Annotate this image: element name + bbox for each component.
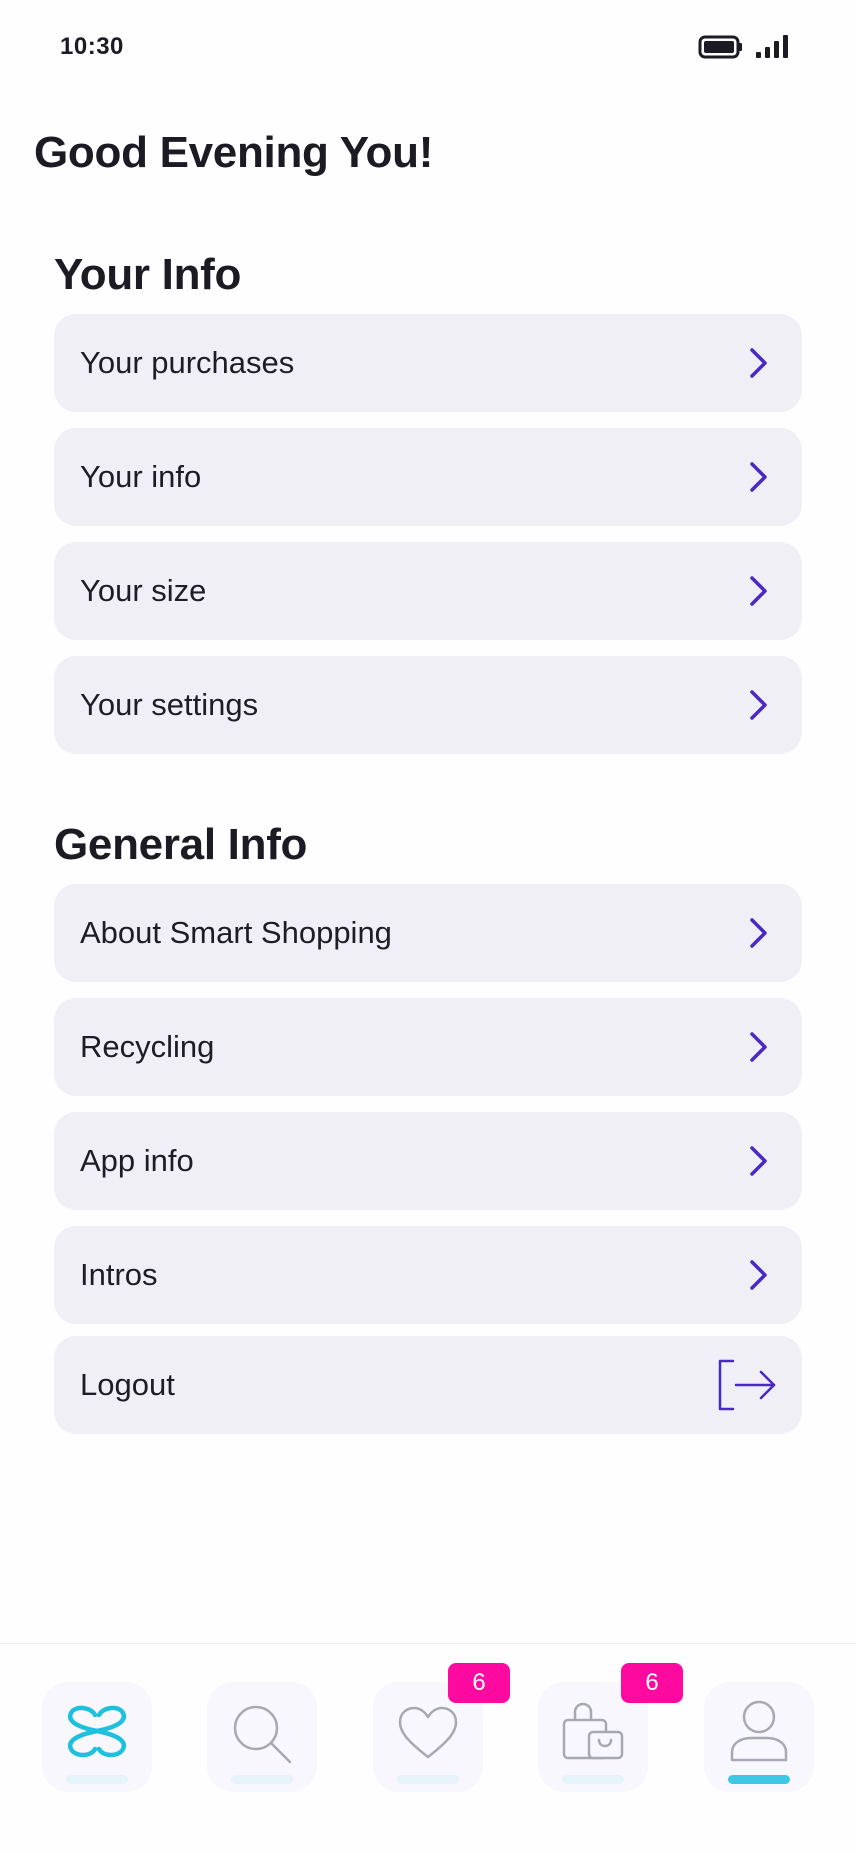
user-icon <box>730 1700 788 1762</box>
menu-item-label: Logout <box>80 1367 175 1402</box>
status-time: 10:30 <box>60 33 124 60</box>
chevron-right-icon <box>750 918 767 948</box>
tab-bag[interactable]: 6 <box>538 1663 683 1792</box>
menu-item-recycling[interactable]: Recycling <box>54 998 802 1096</box>
menu-item-label: Your purchases <box>80 345 295 380</box>
bag-count-badge: 6 <box>621 1663 683 1703</box>
app-logo-icon <box>67 1705 127 1758</box>
general-info-section-title: General Info <box>54 820 308 869</box>
menu-item-logout[interactable]: Logout <box>54 1336 802 1434</box>
bottom-tab-bar: 6 6 <box>0 1643 856 1853</box>
tab-profile[interactable] <box>704 1682 814 1792</box>
battery-icon <box>698 35 742 59</box>
chevron-right-icon <box>750 462 767 492</box>
menu-item-app-info[interactable]: App info <box>54 1112 802 1210</box>
search-icon <box>233 1705 292 1764</box>
menu-item-label: Recycling <box>80 1029 215 1064</box>
chevron-right-icon <box>750 1260 767 1290</box>
menu-item-label: Your size <box>80 573 207 608</box>
tab-home[interactable] <box>42 1682 152 1792</box>
tab-indicator <box>66 1775 128 1784</box>
menu-item-label: Your info <box>80 459 202 494</box>
tab-search[interactable] <box>207 1682 317 1792</box>
menu-item-label: Your settings <box>80 687 259 722</box>
tab-indicator <box>231 1775 293 1784</box>
tab-indicator-active <box>728 1775 790 1784</box>
status-icons <box>698 34 790 60</box>
chevron-right-icon <box>750 690 767 720</box>
menu-item-your-info[interactable]: Your info <box>54 428 802 526</box>
menu-item-label: App info <box>80 1143 194 1178</box>
menu-item-your-purchases[interactable]: Your purchases <box>54 314 802 412</box>
chevron-right-icon <box>750 1146 767 1176</box>
heart-icon <box>398 1706 458 1759</box>
chevron-right-icon <box>750 576 767 606</box>
menu-item-intros[interactable]: Intros <box>54 1226 802 1324</box>
logout-icon <box>718 1359 776 1411</box>
tab-favorites[interactable]: 6 <box>373 1663 510 1792</box>
tab-indicator <box>397 1775 459 1784</box>
status-bar: 10:30 <box>0 0 856 96</box>
tab-indicator <box>562 1775 624 1784</box>
chevron-right-icon <box>750 1032 767 1062</box>
your-info-section-title: Your Info <box>54 250 242 299</box>
menu-item-your-size[interactable]: Your size <box>54 542 802 640</box>
chevron-right-icon <box>750 348 767 378</box>
menu-item-your-settings[interactable]: Your settings <box>54 656 802 754</box>
menu-item-label: Intros <box>80 1257 158 1292</box>
signal-icon <box>756 35 788 58</box>
menu-item-about-smart-shopping[interactable]: About Smart Shopping <box>54 884 802 982</box>
greeting-title: Good Evening You! <box>34 128 434 177</box>
favorites-count-badge: 6 <box>448 1663 510 1703</box>
menu-item-label: About Smart Shopping <box>80 915 392 950</box>
shopping-bag-icon <box>562 1702 624 1760</box>
